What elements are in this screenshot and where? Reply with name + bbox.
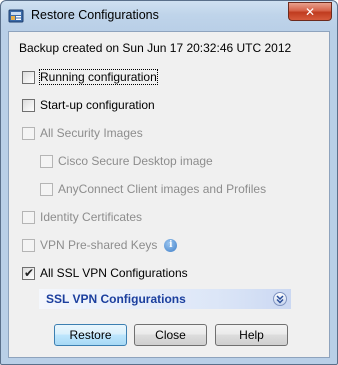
- close-icon: ✕: [304, 4, 316, 19]
- window-close-button[interactable]: ✕: [288, 2, 332, 21]
- cisco-secure-desktop-label: Cisco Secure Desktop image: [58, 154, 213, 168]
- running-configuration-checkbox[interactable]: [22, 70, 35, 84]
- ssl-vpn-section-title: SSL VPN Configurations: [46, 292, 186, 306]
- cisco-secure-desktop-checkbox: [40, 154, 53, 168]
- title-bar[interactable]: Restore Configurations ✕: [1, 1, 337, 31]
- all-security-images-checkbox: [22, 126, 35, 140]
- window-title: Restore Configurations: [31, 8, 159, 22]
- option-running-configuration[interactable]: Running configuration: [22, 69, 158, 85]
- info-icon[interactable]: i: [164, 238, 178, 252]
- checkmark-icon: ✔: [24, 265, 35, 280]
- anyconnect-client-checkbox: [40, 182, 53, 196]
- vpn-preshared-keys-label: VPN Pre-shared Keys: [40, 238, 158, 252]
- option-all-ssl-vpn-configurations[interactable]: ✔ All SSL VPN Configurations: [22, 266, 188, 280]
- app-icon: [8, 8, 24, 24]
- option-identity-certificates: Identity Certificates: [22, 210, 142, 224]
- startup-configuration-label[interactable]: Start-up configuration: [40, 98, 155, 112]
- help-button[interactable]: Help: [215, 324, 288, 346]
- identity-certificates-checkbox: [22, 210, 35, 224]
- option-all-security-images: All Security Images: [22, 126, 143, 140]
- close-button[interactable]: Close: [134, 324, 207, 346]
- double-chevron-down-icon[interactable]: [273, 292, 287, 306]
- vpn-preshared-keys-checkbox: [22, 238, 35, 252]
- anyconnect-client-label: AnyConnect Client images and Profiles: [58, 182, 267, 196]
- restore-button[interactable]: Restore: [54, 324, 127, 346]
- option-vpn-preshared-keys: VPN Pre-shared Keys i: [22, 238, 178, 252]
- all-security-images-label: All Security Images: [40, 126, 143, 140]
- option-anyconnect-client-images: AnyConnect Client images and Profiles: [40, 182, 266, 196]
- ssl-vpn-configurations-section[interactable]: SSL VPN Configurations: [39, 289, 291, 309]
- option-startup-configuration[interactable]: Start-up configuration: [22, 98, 155, 112]
- backup-info-text: Backup created on Sun Jun 17 20:32:46 UT…: [19, 41, 292, 55]
- all-ssl-vpn-checkbox[interactable]: ✔: [22, 265, 35, 280]
- dialog-body: Backup created on Sun Jun 17 20:32:46 UT…: [8, 31, 330, 358]
- restore-configurations-dialog: Restore Configurations ✕ Backup created …: [0, 0, 338, 365]
- option-cisco-secure-desktop-image: Cisco Secure Desktop image: [40, 154, 213, 168]
- running-configuration-label[interactable]: Running configuration: [39, 69, 158, 85]
- all-ssl-vpn-label[interactable]: All SSL VPN Configurations: [40, 266, 188, 280]
- startup-configuration-checkbox[interactable]: [22, 98, 35, 112]
- identity-certificates-label: Identity Certificates: [40, 210, 143, 224]
